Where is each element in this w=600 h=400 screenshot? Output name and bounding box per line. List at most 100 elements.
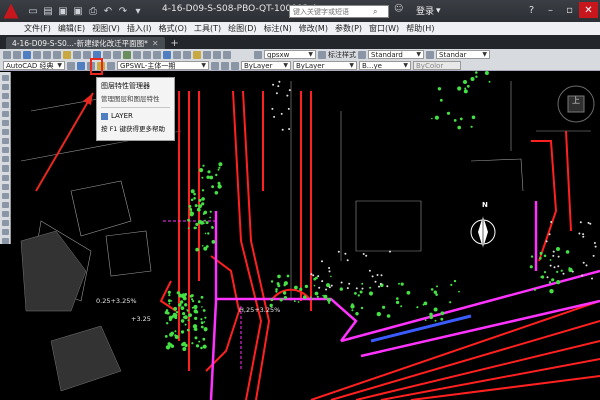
- color-combo[interactable]: ByLayer ▼: [241, 61, 291, 70]
- lineweight-combo[interactable]: B...ye ▼: [359, 61, 411, 70]
- undo-icon[interactable]: ↶: [101, 4, 115, 18]
- qat-dropdown-icon[interactable]: ▾: [131, 4, 145, 18]
- new-tab-button[interactable]: +: [169, 38, 181, 49]
- login-button[interactable]: 登录 ▾: [416, 4, 441, 18]
- tool-open-icon[interactable]: [13, 50, 21, 59]
- close-button[interactable]: ✕: [579, 2, 598, 18]
- vegetation-marker: [361, 287, 364, 290]
- layer-previous-icon[interactable]: [221, 61, 229, 70]
- tool-designcenter-icon[interactable]: [173, 50, 181, 59]
- save-icon[interactable]: ▣: [56, 4, 70, 18]
- chevron-down-icon: ▼: [201, 62, 206, 69]
- construction-line-icon[interactable]: [1, 84, 9, 91]
- save-as-icon[interactable]: ▣: [71, 4, 85, 18]
- dim-style-combo[interactable]: Standard ▼: [368, 50, 424, 59]
- point-tool-icon[interactable]: [1, 192, 9, 199]
- region-tool-icon[interactable]: [1, 219, 9, 226]
- make-current-icon[interactable]: [211, 61, 219, 70]
- tool-palettes-icon[interactable]: [183, 50, 191, 59]
- layer-state-icon[interactable]: [77, 61, 85, 70]
- tree-marker: [556, 247, 560, 251]
- line-tool-icon[interactable]: [1, 75, 9, 82]
- tooltip-command-label: LAYER: [111, 112, 133, 120]
- tree-marker: [475, 75, 478, 78]
- menu-view[interactable]: 视图(V): [92, 23, 120, 34]
- menu-modify[interactable]: 修改(M): [299, 23, 328, 34]
- revcloud-tool-icon[interactable]: [1, 138, 9, 145]
- minimize-button[interactable]: –: [541, 2, 560, 18]
- tool-undo-icon[interactable]: [103, 50, 111, 59]
- search-input[interactable]: [293, 7, 373, 16]
- menu-window[interactable]: 窗口(W): [369, 23, 399, 34]
- new-file-icon[interactable]: ▭: [26, 4, 40, 18]
- tool-publish-icon[interactable]: [53, 50, 61, 59]
- layer-combo[interactable]: GPSWL-主体一期 ▼: [117, 61, 209, 70]
- menu-parametric[interactable]: 参数(P): [335, 23, 362, 34]
- text-style-icon: [254, 50, 262, 59]
- insert-block-icon[interactable]: [1, 174, 9, 181]
- tree-marker: [424, 319, 427, 321]
- table-style-combo[interactable]: Standar ▼: [436, 50, 490, 59]
- polyline-tool-icon[interactable]: [1, 93, 9, 100]
- polygon-tool-icon[interactable]: [1, 102, 9, 109]
- open-file-icon[interactable]: ▤: [41, 4, 55, 18]
- tool-new-icon[interactable]: [3, 50, 11, 59]
- help-icon[interactable]: ?: [522, 2, 541, 18]
- mtext-tool-icon[interactable]: [1, 237, 9, 244]
- menu-help[interactable]: 帮助(H): [406, 23, 434, 34]
- tool-zoom-icon[interactable]: [133, 50, 141, 59]
- tree-marker: [488, 80, 491, 83]
- rectangle-tool-icon[interactable]: [1, 111, 9, 118]
- tool-cut-icon[interactable]: [63, 50, 71, 59]
- workspace-settings-icon[interactable]: [67, 61, 75, 70]
- circle-tool-icon[interactable]: [1, 129, 9, 136]
- search-icon[interactable]: ⌕: [373, 7, 377, 17]
- print-icon[interactable]: ⎙: [86, 4, 100, 18]
- tool-help-icon[interactable]: [223, 50, 231, 59]
- table-tool-icon[interactable]: [1, 228, 9, 235]
- tree-marker: [470, 77, 475, 81]
- menu-format[interactable]: 格式(O): [158, 23, 187, 34]
- make-block-icon[interactable]: [1, 183, 9, 190]
- linetype-combo[interactable]: ByLayer ▼: [293, 61, 357, 70]
- autocad-logo-icon[interactable]: [0, 0, 22, 22]
- menu-edit[interactable]: 编辑(E): [58, 23, 85, 34]
- hatch-tool-icon[interactable]: [1, 201, 9, 208]
- arc-tool-icon[interactable]: [1, 120, 9, 127]
- tool-preview-icon[interactable]: [43, 50, 51, 59]
- view-cube[interactable]: 上: [556, 80, 596, 120]
- tree-marker: [540, 276, 543, 278]
- menu-insert[interactable]: 插入(I): [127, 23, 152, 34]
- tool-redo-icon[interactable]: [113, 50, 121, 59]
- menu-dimension[interactable]: 标注(N): [264, 23, 292, 34]
- plotstyle-combo[interactable]: ByColor: [413, 61, 461, 70]
- tab-close-icon[interactable]: ✕: [152, 39, 159, 48]
- ellipse-arc-tool-icon[interactable]: [1, 165, 9, 172]
- search-box[interactable]: ⌕: [289, 5, 389, 18]
- workspace-combo[interactable]: AutoCAD 经典 ▼: [3, 61, 65, 70]
- tool-copy-icon[interactable]: [73, 50, 81, 59]
- layer-freeze-icon[interactable]: [107, 61, 115, 70]
- tool-zoom-prev-icon[interactable]: [153, 50, 161, 59]
- user-icon[interactable]: ☺: [394, 4, 403, 14]
- tool-calc-icon[interactable]: [213, 50, 221, 59]
- spline-tool-icon[interactable]: [1, 147, 9, 154]
- tool-save-icon[interactable]: [23, 50, 31, 59]
- tool-sheetset-icon[interactable]: [193, 50, 201, 59]
- tool-print-icon[interactable]: [33, 50, 41, 59]
- dim-style-label: 标注样式: [328, 50, 356, 59]
- vegetation-marker: [594, 245, 597, 248]
- tool-markup-icon[interactable]: [203, 50, 211, 59]
- tool-properties-icon[interactable]: [163, 50, 171, 59]
- gradient-tool-icon[interactable]: [1, 210, 9, 217]
- text-style-combo[interactable]: gpsxw ▼: [264, 50, 316, 59]
- menu-draw[interactable]: 绘图(D): [228, 23, 256, 34]
- menu-tools[interactable]: 工具(T): [194, 23, 221, 34]
- redo-icon[interactable]: ↷: [116, 4, 130, 18]
- tool-zoom-window-icon[interactable]: [143, 50, 151, 59]
- menu-file[interactable]: 文件(F): [24, 23, 51, 34]
- tab-drawing[interactable]: 4-16-D09-S-S0...-新建绿化改迁平面图* ✕: [6, 37, 165, 49]
- maximize-button[interactable]: ▫: [560, 2, 579, 18]
- ellipse-tool-icon[interactable]: [1, 156, 9, 163]
- tool-pan-icon[interactable]: [123, 50, 131, 59]
